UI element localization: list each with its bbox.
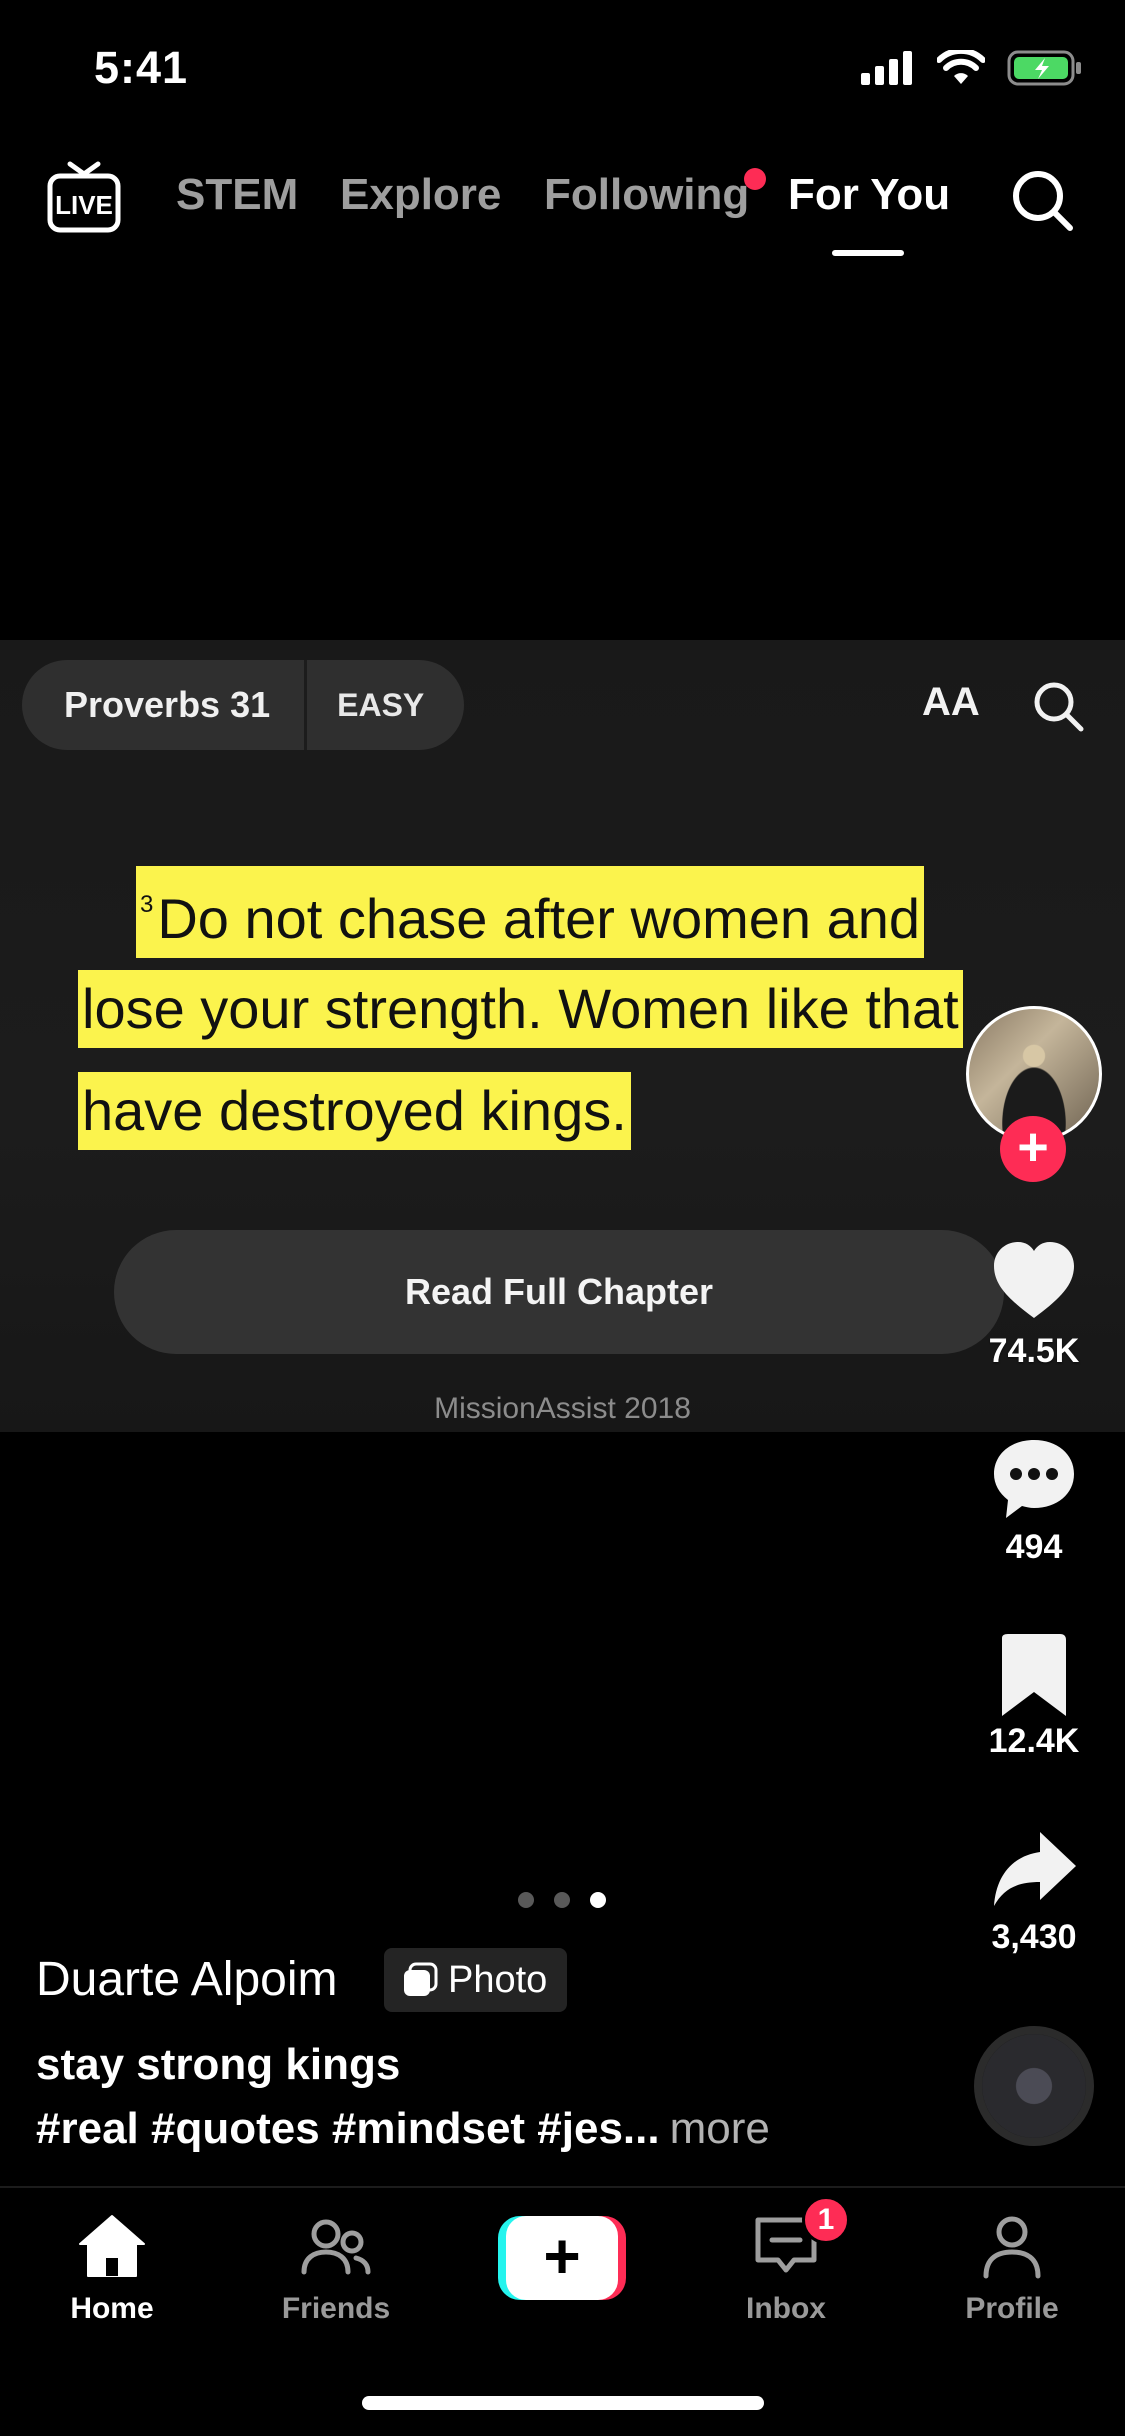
comment-count: 494 [1005,1528,1063,1566]
svg-text:LIVE: LIVE [55,190,113,220]
home-indicator[interactable] [362,2396,764,2410]
share-count: 3,430 [991,1918,1077,1956]
verse-number: 3 [140,891,154,918]
music-disc[interactable] [974,2026,1094,2146]
status-bar: 5:41 [0,0,1125,140]
carousel-dot [554,1892,570,1908]
carousel-indicator [518,1892,606,1908]
cellular-signal-icon [861,51,912,85]
friends-icon [301,2219,371,2275]
tab-home-label: Home [70,2292,154,2325]
carousel-dot-active [590,1892,606,1908]
create-button[interactable]: + [498,2216,626,2300]
tab-for-you[interactable]: For You [788,170,950,220]
caption-hashtags: #real #quotes #mindset #jes... more [36,2104,770,2154]
battery-charging-icon [1007,50,1081,86]
search-icon[interactable] [1008,166,1076,234]
more-link[interactable]: more [670,2104,770,2153]
photo-mode-icon [404,1962,438,1996]
plus-icon: + [506,2216,618,2300]
copyright-text: MissionAssist 2018 [434,1392,691,1425]
tab-home[interactable]: Home [32,2210,192,2326]
follow-button[interactable]: + [1000,1116,1066,1182]
bookmark-icon[interactable] [990,1632,1078,1720]
save-count: 12.4K [988,1722,1080,1760]
wifi-icon [937,50,985,84]
video-content[interactable]: Proverbs 31 EASY AA 3Do not chase after … [0,640,1125,1432]
tab-explore[interactable]: Explore [340,170,501,220]
tab-profile-label: Profile [965,2292,1059,2325]
chapter-selector: Proverbs 31 EASY [22,660,465,750]
profile-icon [983,2216,1041,2279]
text-size-icon: AA [922,680,980,724]
active-tab-indicator [832,250,904,256]
tab-stem[interactable]: STEM [176,170,298,220]
share-icon[interactable] [990,1826,1078,1914]
hashtags-text[interactable]: #real #quotes #mindset #jes... [36,2104,660,2153]
home-icon [79,2215,145,2277]
comment-icon[interactable] [990,1434,1078,1522]
tab-friends-label: Friends [281,2292,391,2325]
tab-inbox-label: Inbox [746,2292,826,2325]
status-icons [861,50,1083,86]
like-count: 74.5K [988,1332,1080,1370]
top-nav: LIVE STEM Explore Following For You [0,150,1125,260]
tab-profile[interactable]: Profile [932,2210,1092,2326]
creator-username[interactable]: Duarte Alpoim [36,1952,337,2007]
heart-icon[interactable] [990,1238,1078,1326]
caption-title: stay strong kings [36,2040,401,2089]
status-time: 5:41 [94,42,189,93]
reading-level-label: EASY [337,687,425,723]
verse-text: Do not chase after women and [157,887,921,950]
carousel-dot [518,1892,534,1908]
inbox-badge: 1 [802,2196,850,2244]
photo-badge: Photo [384,1948,568,2012]
tab-inbox[interactable]: 1 Inbox [706,2196,866,2326]
verse-line-1: 3Do not chase after women and [136,866,925,958]
notification-dot [744,168,766,190]
book-chapter-label: Proverbs 31 [64,684,271,725]
photo-badge-label: Photo [448,1958,548,2001]
tab-friends[interactable]: Friends [256,2210,416,2326]
verse-line-3: have destroyed kings. [78,1072,631,1150]
tab-following[interactable]: Following [544,170,749,220]
search-icon [1034,682,1084,732]
read-full-chapter-button: Read Full Chapter [114,1230,1004,1354]
live-icon[interactable]: LIVE [46,160,122,236]
verse-line-2: lose your strength. Women like that [78,970,963,1048]
